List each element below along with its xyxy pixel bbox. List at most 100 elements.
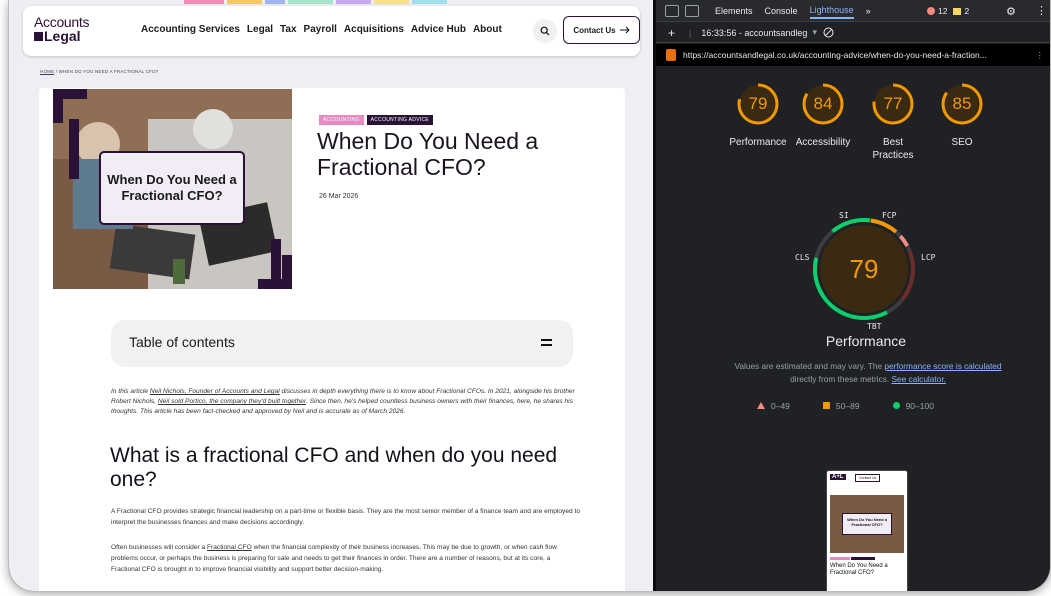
chevron-down-icon[interactable]: ▾ [812, 27, 817, 38]
search-button[interactable] [533, 19, 557, 43]
toc-label: Table of contents [129, 334, 235, 350]
toolbar-separator: | [689, 27, 692, 38]
legend-label: 90–100 [905, 401, 934, 411]
legend-average: 50–89 [822, 401, 860, 411]
color-stripe [227, 0, 262, 4]
metric-cls-label: CLS [795, 253, 810, 262]
score-performance[interactable]: 79 Performance [728, 82, 788, 149]
post-date: 26 Mar 2026 [319, 193, 359, 200]
page-screenshot-thumbnail[interactable]: A+L Contact Us When Do You Need a Fracti… [826, 470, 908, 591]
intro-text: In this article [111, 388, 150, 395]
screen-frame: Accounts Legal Accounting Services Legal… [8, 0, 1051, 592]
see-calculator-link[interactable]: See calculator. [892, 374, 946, 384]
error-icon [927, 7, 935, 15]
nav-advice-hub[interactable]: Advice Hub [411, 24, 466, 35]
nav-tax[interactable]: Tax [280, 24, 297, 35]
tab-elements[interactable]: Elements [715, 6, 753, 16]
more-options-icon[interactable]: ⋮ [1036, 4, 1047, 17]
legend-label: 50–89 [835, 401, 860, 411]
issue-counter[interactable]: 12 2 [927, 6, 969, 16]
performance-metric-gauge[interactable]: 79 [809, 214, 919, 324]
metric-si-label: SI [839, 211, 849, 220]
article-intro: In this article Neil Nichols, Founder of… [111, 387, 579, 417]
tab-console[interactable]: Console [765, 6, 798, 16]
thumb-tag [830, 557, 850, 560]
legend-label: 0–49 [771, 401, 790, 411]
score-value: 84 [813, 94, 833, 113]
website-viewport[interactable]: Accounts Legal Accounting Services Legal… [9, 0, 653, 591]
warning-icon [953, 7, 962, 15]
tag-accounting[interactable]: ACCOUNTING [319, 115, 364, 125]
triangle-icon [757, 402, 765, 409]
score-best-practices[interactable]: 77 Best Practices [863, 82, 923, 162]
note-text: directly from these metrics. [790, 374, 892, 384]
nav-payroll[interactable]: Payroll [304, 24, 337, 35]
score-label: Best Practices [872, 137, 914, 161]
thumb-contact-button: Contact Us [855, 474, 881, 482]
main-nav: Accounting Services Legal Tax Payroll Ac… [141, 24, 502, 35]
color-stripe [412, 0, 447, 4]
arrow-right-icon [619, 26, 630, 34]
logo-square-icon [34, 32, 43, 41]
score-legend: 0–49 50–89 90–100 [757, 401, 934, 411]
site-logo[interactable]: Accounts Legal [34, 15, 89, 43]
legend-fail: 0–49 [757, 401, 790, 411]
performance-heading: Performance [825, 333, 907, 349]
new-report-plus-icon[interactable]: + [668, 26, 675, 40]
author-link[interactable]: Neil Nichols, Founder of Accounts and Le… [150, 388, 280, 395]
nav-accounting-services[interactable]: Accounting Services [141, 24, 240, 35]
color-stripe [336, 0, 371, 4]
score-accessibility[interactable]: 84 Accessibility [793, 82, 853, 149]
search-icon [540, 26, 550, 36]
report-selector[interactable]: 16:33:56 - accountsandleg [701, 28, 807, 38]
score-label: Accessibility [795, 137, 851, 148]
logo-text-top: Accounts [34, 14, 90, 30]
performance-score: 79 [849, 254, 879, 284]
tag-list: ACCOUNTING ACCOUNTING ADVICE [319, 115, 434, 125]
score-value: 85 [952, 94, 972, 113]
score-label: SEO [951, 137, 973, 148]
logo-text-bottom: Legal [34, 29, 89, 43]
note-text: Values are estimated and may vary. The [734, 361, 885, 371]
url-more-icon[interactable]: ⋮ [1036, 50, 1045, 61]
score-calculation-link[interactable]: performance score is calculated [884, 361, 1001, 371]
metric-lcp-label: LCP [921, 253, 936, 262]
fractional-cfo-link[interactable]: Fractional CFO [207, 544, 252, 551]
paragraph: Often businesses will consider a Fractio… [111, 542, 581, 575]
thumb-overlay-text: When Do You Need a Fractional CFO? [842, 513, 892, 535]
hero-image: When Do You Need a Fractional CFO? [53, 89, 292, 289]
warning-count: 2 [964, 6, 970, 16]
score-seo[interactable]: 85 SEO [932, 82, 992, 149]
performance-note: Values are estimated and may vary. The p… [728, 360, 1008, 386]
tab-lighthouse[interactable]: Lighthouse [809, 5, 854, 19]
contact-us-label: Contact Us [573, 25, 616, 35]
audited-url: https://accountsandlegal.co.uk/accountin… [683, 50, 987, 60]
metric-fcp-label: FCP [882, 211, 897, 220]
clear-report-icon[interactable] [823, 27, 834, 38]
audited-url-bar: https://accountsandlegal.co.uk/accountin… [656, 44, 1050, 66]
site-header: Accounts Legal Accounting Services Legal… [23, 6, 640, 56]
nav-acquisitions[interactable]: Acquisitions [344, 24, 404, 35]
table-of-contents-toggle[interactable]: Table of contents [111, 320, 573, 367]
contact-us-button[interactable]: Contact Us [563, 16, 640, 44]
devtools-tab-bar: Elements Console Lighthouse » [656, 0, 1050, 22]
error-count: 12 [938, 6, 948, 16]
nav-about[interactable]: About [473, 24, 502, 35]
nav-legal[interactable]: Legal [247, 24, 273, 35]
inspect-element-icon[interactable] [665, 4, 679, 17]
square-icon [822, 402, 830, 409]
device-toolbar-icon[interactable] [685, 4, 699, 17]
paragraph: A Fractional CFO provides strategic fina… [111, 508, 580, 526]
settings-gear-icon[interactable]: ⚙ [1006, 5, 1016, 18]
color-stripe [374, 0, 409, 4]
logo-text-legal: Legal [44, 28, 81, 44]
more-tabs-button[interactable]: » [866, 6, 871, 16]
tag-accounting-advice[interactable]: ACCOUNTING ADVICE [366, 115, 434, 125]
color-stripe [265, 0, 285, 4]
devtools-panel: Elements Console Lighthouse » 12 2 ⚙ ⋮ +… [656, 0, 1050, 591]
breadcrumb-home-link[interactable]: HOME [40, 69, 54, 74]
thumb-title: When Do You Need a Fractional CFO? [830, 563, 888, 576]
portico-link[interactable]: Neil sold Portico, the company they'd bu… [158, 398, 306, 405]
section-heading: What is a fractional CFO and when do you… [110, 444, 558, 491]
thumb-logo: A+L [830, 474, 846, 480]
